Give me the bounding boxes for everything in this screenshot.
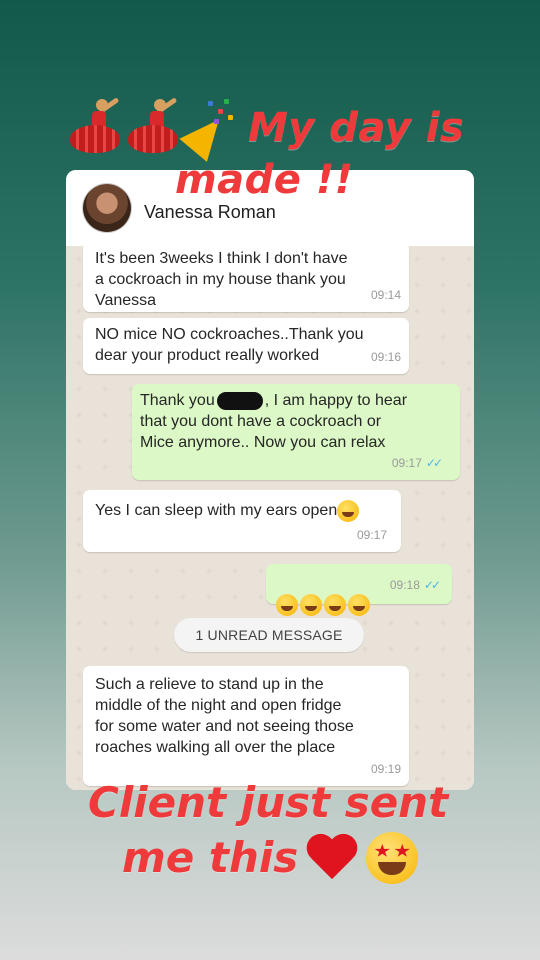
unread-message-divider: 1 UNREAD MESSAGE: [174, 618, 364, 652]
hugging-face-icon: [348, 594, 370, 616]
woman-dancing-icon: [126, 97, 180, 157]
avatar[interactable]: [83, 184, 131, 232]
overlay-caption-line1: Client just sent: [88, 778, 449, 827]
message-time: 09:16: [370, 350, 401, 364]
read-ticks-icon: ✓✓: [423, 578, 441, 592]
message-incoming[interactable]: NO mice NO cockroaches..Thank you dear y…: [83, 318, 409, 374]
overlay-caption-text: me this: [122, 833, 299, 882]
rolling-laughing-icon: [324, 594, 346, 616]
message-text: It's been 3weeks I think I don't have a …: [95, 250, 348, 309]
message-text: Yes I can sleep with my ears open: [95, 500, 361, 522]
message-text-start: Thank you: [140, 392, 215, 409]
tears-of-joy-icon: [300, 594, 322, 616]
message-text: NO mice NO cockroaches..Thank you dear y…: [95, 326, 364, 364]
overlay-title-line1: My day is: [248, 105, 465, 151]
rolling-laughing-icon: [276, 594, 298, 616]
message-list[interactable]: It's been 3weeks I think I don't have a …: [66, 242, 474, 790]
overlay-caption-line2: me this: [122, 832, 419, 884]
grinning-sweat-icon: [337, 500, 360, 522]
top-emoji-row: [68, 96, 234, 162]
woman-dancing-icon: [68, 97, 122, 157]
read-ticks-icon: ✓✓: [425, 456, 443, 470]
message-text: Thank you, I am happy to hear that you d…: [140, 390, 407, 453]
message-text: Such a relieve to stand up in the middle…: [95, 676, 354, 756]
message-incoming[interactable]: Such a relieve to stand up in the middle…: [83, 666, 409, 786]
redacted-name: [216, 391, 263, 410]
message-outgoing[interactable]: 09:18 ✓✓: [266, 564, 452, 616]
message-time: 09:18 ✓✓: [389, 578, 441, 592]
party-popper-icon: [179, 97, 234, 162]
message-time: 09:17 ✓✓: [391, 456, 443, 470]
emoji-message: [276, 573, 372, 616]
message-time: 09:17: [356, 528, 387, 542]
message-incoming[interactable]: It's been 3weeks I think I don't have a …: [83, 242, 409, 312]
message-time: 09:14: [370, 288, 401, 302]
red-heart-icon: [304, 833, 360, 883]
heart-eyes-face-icon: [366, 832, 419, 884]
message-time: 09:19: [370, 762, 401, 776]
overlay-title-line2: made !!: [175, 157, 354, 203]
contact-name[interactable]: Vanessa Roman: [144, 202, 276, 223]
message-outgoing[interactable]: Thank you, I am happy to hear that you d…: [132, 384, 460, 480]
message-incoming[interactable]: Yes I can sleep with my ears open 09:17: [83, 490, 401, 552]
chat-screenshot: Vanessa Roman It's been 3weeks I think I…: [66, 170, 474, 790]
